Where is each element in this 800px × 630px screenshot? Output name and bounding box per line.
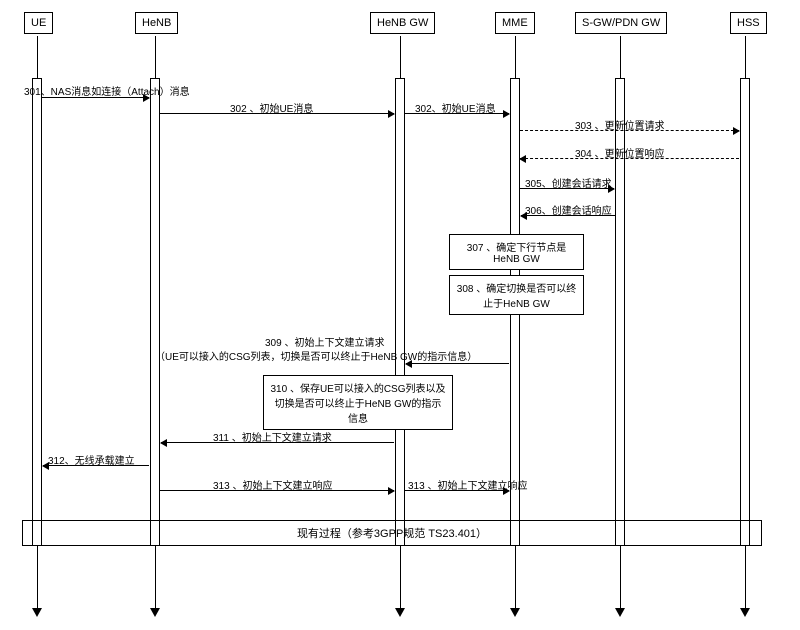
activation-hss (740, 78, 750, 546)
end-arrow-henb (150, 608, 160, 617)
end-arrow-mme (510, 608, 520, 617)
participant-mme: MME (495, 12, 535, 34)
activation-henb (150, 78, 160, 546)
note-310: 310 、保存UE可以接入的CSG列表以及切换是否可以终止于HeNB GW的指示… (263, 375, 453, 430)
activation-henbgw (395, 78, 405, 546)
label-302a: 302 、初始UE消息 (230, 100, 313, 115)
label-305: 305、创建会话请求 (525, 175, 612, 190)
label-303: 303 、更新位置请求 (575, 117, 664, 132)
end-arrow-sgw (615, 608, 625, 617)
activation-ue (32, 78, 42, 546)
note-308: 308 、确定切换是否可以终止于HeNB GW (449, 275, 584, 315)
label-312: 312、无线承载建立 (48, 452, 135, 467)
participant-sgw: S-GW/PDN GW (575, 12, 667, 34)
label-313a: 313 、初始上下文建立响应 (213, 477, 332, 492)
label-302b: 302、初始UE消息 (415, 100, 496, 115)
note-307: 307 、确定下行节点是HeNB GW (449, 234, 584, 270)
end-arrow-hss (740, 608, 750, 617)
label-306: 306、创建会话响应 (525, 202, 612, 217)
participant-ue: UE (24, 12, 53, 34)
label-309sub: （UE可以接入的CSG列表，切换是否可以终止于HeNB GW的指示信息） (155, 348, 477, 363)
label-309: 309 、初始上下文建立请求 (265, 334, 384, 349)
participant-hss: HSS (730, 12, 767, 34)
end-arrow-ue (32, 608, 42, 617)
label-313b: 313 、初始上下文建立响应 (408, 477, 527, 492)
participant-henbgw: HeNB GW (370, 12, 435, 34)
final-process-box: 现有过程（参考3GPP规范 TS23.401） (22, 520, 762, 546)
label-301: 301、NAS消息如连接（Attach）消息 (24, 83, 184, 98)
end-arrow-henbgw (395, 608, 405, 617)
label-311: 311 、初始上下文建立请求 (213, 429, 332, 444)
arrow-309 (406, 363, 509, 364)
label-304: 304 、更新位置响应 (575, 145, 664, 160)
participant-henb: HeNB (135, 12, 178, 34)
